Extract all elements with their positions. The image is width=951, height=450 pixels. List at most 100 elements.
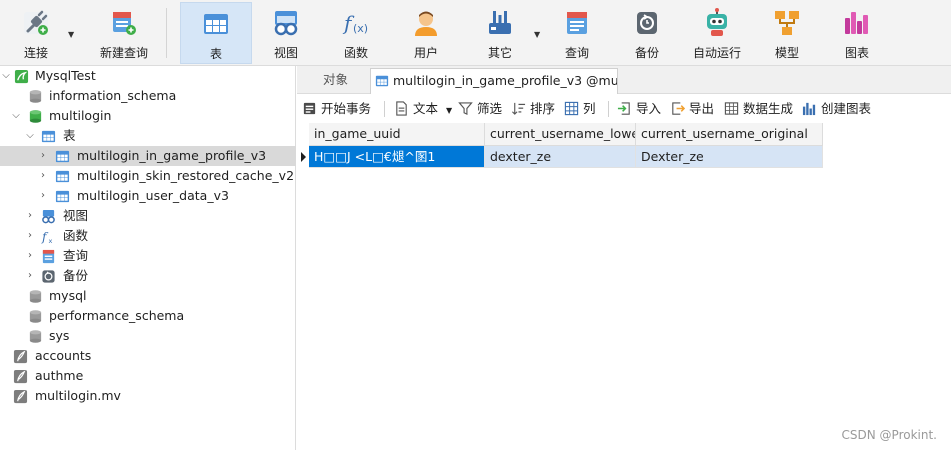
tree-node-sys[interactable]: sys (0, 326, 296, 346)
tree-node-label: 查询 (63, 248, 89, 263)
chart-label: 图表 (844, 46, 869, 60)
new-query-button[interactable]: 新建查询 (84, 2, 164, 64)
data-generation-button[interactable]: 数据生成 (724, 99, 793, 119)
tree-node-performance-schema[interactable]: performance_schema (0, 306, 296, 326)
watermark: CSDN @Prokint. (841, 428, 937, 442)
query-icon (42, 249, 55, 264)
tab-label: multilogin_in_game_profile_v3 @mult... (393, 73, 618, 88)
export-icon (672, 102, 685, 115)
collapse-arrow-icon[interactable]: ⌵ (24, 126, 36, 146)
model-button[interactable]: 模型 (752, 2, 822, 64)
expand-arrow-icon[interactable]: › (24, 266, 36, 286)
tree-node-mysql[interactable]: mysql (0, 286, 296, 306)
filter-button[interactable]: 筛选 (458, 99, 502, 119)
expand-arrow-icon[interactable]: › (37, 146, 49, 166)
tree-node-table-skin-restored-cache[interactable]: › multilogin_skin_restored_cache_v2 (0, 166, 296, 186)
import-label: 导入 (636, 101, 662, 116)
table-cell-current-username-original[interactable]: Dexter_ze (636, 146, 823, 168)
view-icon (274, 11, 298, 36)
backup-icon (42, 270, 55, 283)
create-chart-button[interactable]: 创建图表 (802, 99, 871, 119)
column-header-in-game-uuid[interactable]: in_game_uuid (309, 123, 485, 146)
tree-node-accounts[interactable]: accounts (0, 346, 296, 366)
tree-node-tables-folder[interactable]: ⌵ 表 (0, 126, 296, 146)
tree-node-information-schema[interactable]: information_schema (0, 86, 296, 106)
tree-node-functions-folder[interactable]: › f x 函数 (0, 226, 296, 246)
expand-arrow-icon[interactable]: › (24, 226, 36, 246)
columns-button[interactable]: 列 (564, 99, 596, 119)
tree-node-queries-folder[interactable]: › 查询 (0, 246, 296, 266)
tree-node-multilogin[interactable]: ⌵ multilogin (0, 106, 296, 126)
chart-button[interactable]: 图表 (822, 2, 892, 64)
table-icon (375, 75, 389, 87)
connection-tree: ⌵ MysqlTest information_schema ⌵ multilo… (0, 66, 296, 450)
tree-node-mysqltest[interactable]: ⌵ MysqlTest (0, 66, 296, 86)
expand-arrow-icon[interactable]: › (37, 186, 49, 206)
column-header-current-username-original[interactable]: current_username_original (636, 123, 823, 146)
backup-button[interactable]: 备份 (612, 2, 682, 64)
svg-text:(x): (x) (353, 22, 368, 35)
tree-node-label: multilogin_skin_restored_cache_v2 (77, 168, 295, 183)
view-icon (42, 209, 55, 224)
table-cell-in-game-uuid[interactable]: H□□J <L□€煺^圂1 (309, 146, 485, 168)
data-grid: in_game_uuid current_username_lower curr… (297, 123, 951, 450)
table-cell-current-username-lower[interactable]: dexter_ze (485, 146, 636, 168)
connect-plug-icon (24, 10, 48, 35)
table-icon (204, 14, 228, 34)
table-icon (55, 170, 70, 183)
chart-icon (845, 12, 868, 34)
tab-objects[interactable]: 对象 (315, 68, 356, 94)
editor-tab-bar: 对象 multilogin_in_game_profile_v3 @mult..… (297, 66, 951, 94)
connect-button[interactable]: 连接 (8, 2, 64, 64)
collapse-arrow-icon[interactable]: ⌵ (10, 106, 22, 126)
connect-label: 连接 (23, 46, 48, 60)
collapse-arrow-icon[interactable]: ⌵ (0, 66, 12, 86)
tree-node-label: accounts (35, 348, 92, 363)
table-icon (55, 150, 70, 163)
expand-arrow-icon[interactable]: › (24, 246, 36, 266)
function-icon: f (x) (342, 11, 368, 35)
table-button[interactable]: 表 (180, 2, 252, 64)
tree-node-views-folder[interactable]: › 视图 (0, 206, 296, 226)
import-button[interactable]: 导入 (617, 99, 661, 119)
database-icon (29, 310, 42, 323)
expand-arrow-icon[interactable]: › (37, 166, 49, 186)
automation-label: 自动运行 (692, 46, 741, 60)
function-button[interactable]: f (x) 函数 (322, 2, 390, 64)
svg-text:x: x (49, 237, 53, 244)
tree-node-multilogin-mv[interactable]: multilogin.mv (0, 386, 296, 406)
tree-node-backups-folder[interactable]: › 备份 (0, 266, 296, 286)
import-icon (617, 102, 630, 115)
begin-transaction-label: 开始事务 (321, 101, 372, 116)
query-icon (567, 12, 587, 34)
other-label: 其它 (487, 46, 512, 60)
tree-node-label: mysql (49, 288, 87, 303)
tree-node-label: information_schema (49, 88, 177, 103)
other-dropdown-caret[interactable]: ▼ (534, 30, 540, 39)
export-button[interactable]: 导出 (670, 99, 714, 119)
tree-node-table-in-game-profile[interactable]: › multilogin_in_game_profile_v3 (0, 146, 296, 166)
user-label: 用户 (413, 46, 438, 60)
function-icon: f x (41, 230, 53, 244)
chevron-down-icon[interactable]: ▼ (446, 106, 452, 115)
sort-button[interactable]: 排序 (511, 99, 555, 119)
text-document-icon (396, 101, 407, 116)
columns-grid-icon (564, 101, 579, 116)
query-button[interactable]: 查询 (542, 2, 612, 64)
tree-node-label: multilogin.mv (35, 388, 121, 403)
column-header-current-username-lower[interactable]: current_username_lower (485, 123, 636, 146)
other-button[interactable]: 其它 (466, 2, 534, 64)
view-button[interactable]: 视图 (252, 2, 320, 64)
connect-dropdown-caret[interactable]: ▼ (68, 30, 74, 39)
user-button[interactable]: 用户 (392, 2, 460, 64)
begin-transaction-button[interactable]: 开始事务 (302, 99, 371, 119)
backup-label: 备份 (634, 46, 659, 60)
tree-node-table-user-data[interactable]: › multilogin_user_data_v3 (0, 186, 296, 206)
automation-button[interactable]: 自动运行 (682, 2, 752, 64)
expand-arrow-icon[interactable]: › (24, 206, 36, 226)
tree-node-label: 视图 (63, 208, 89, 223)
tab-table-data[interactable]: multilogin_in_game_profile_v3 @mult... (370, 68, 618, 94)
text-view-button[interactable]: 文本 ▼ (394, 99, 452, 119)
model-label: 模型 (774, 46, 799, 60)
tree-node-authme[interactable]: authme (0, 366, 296, 386)
